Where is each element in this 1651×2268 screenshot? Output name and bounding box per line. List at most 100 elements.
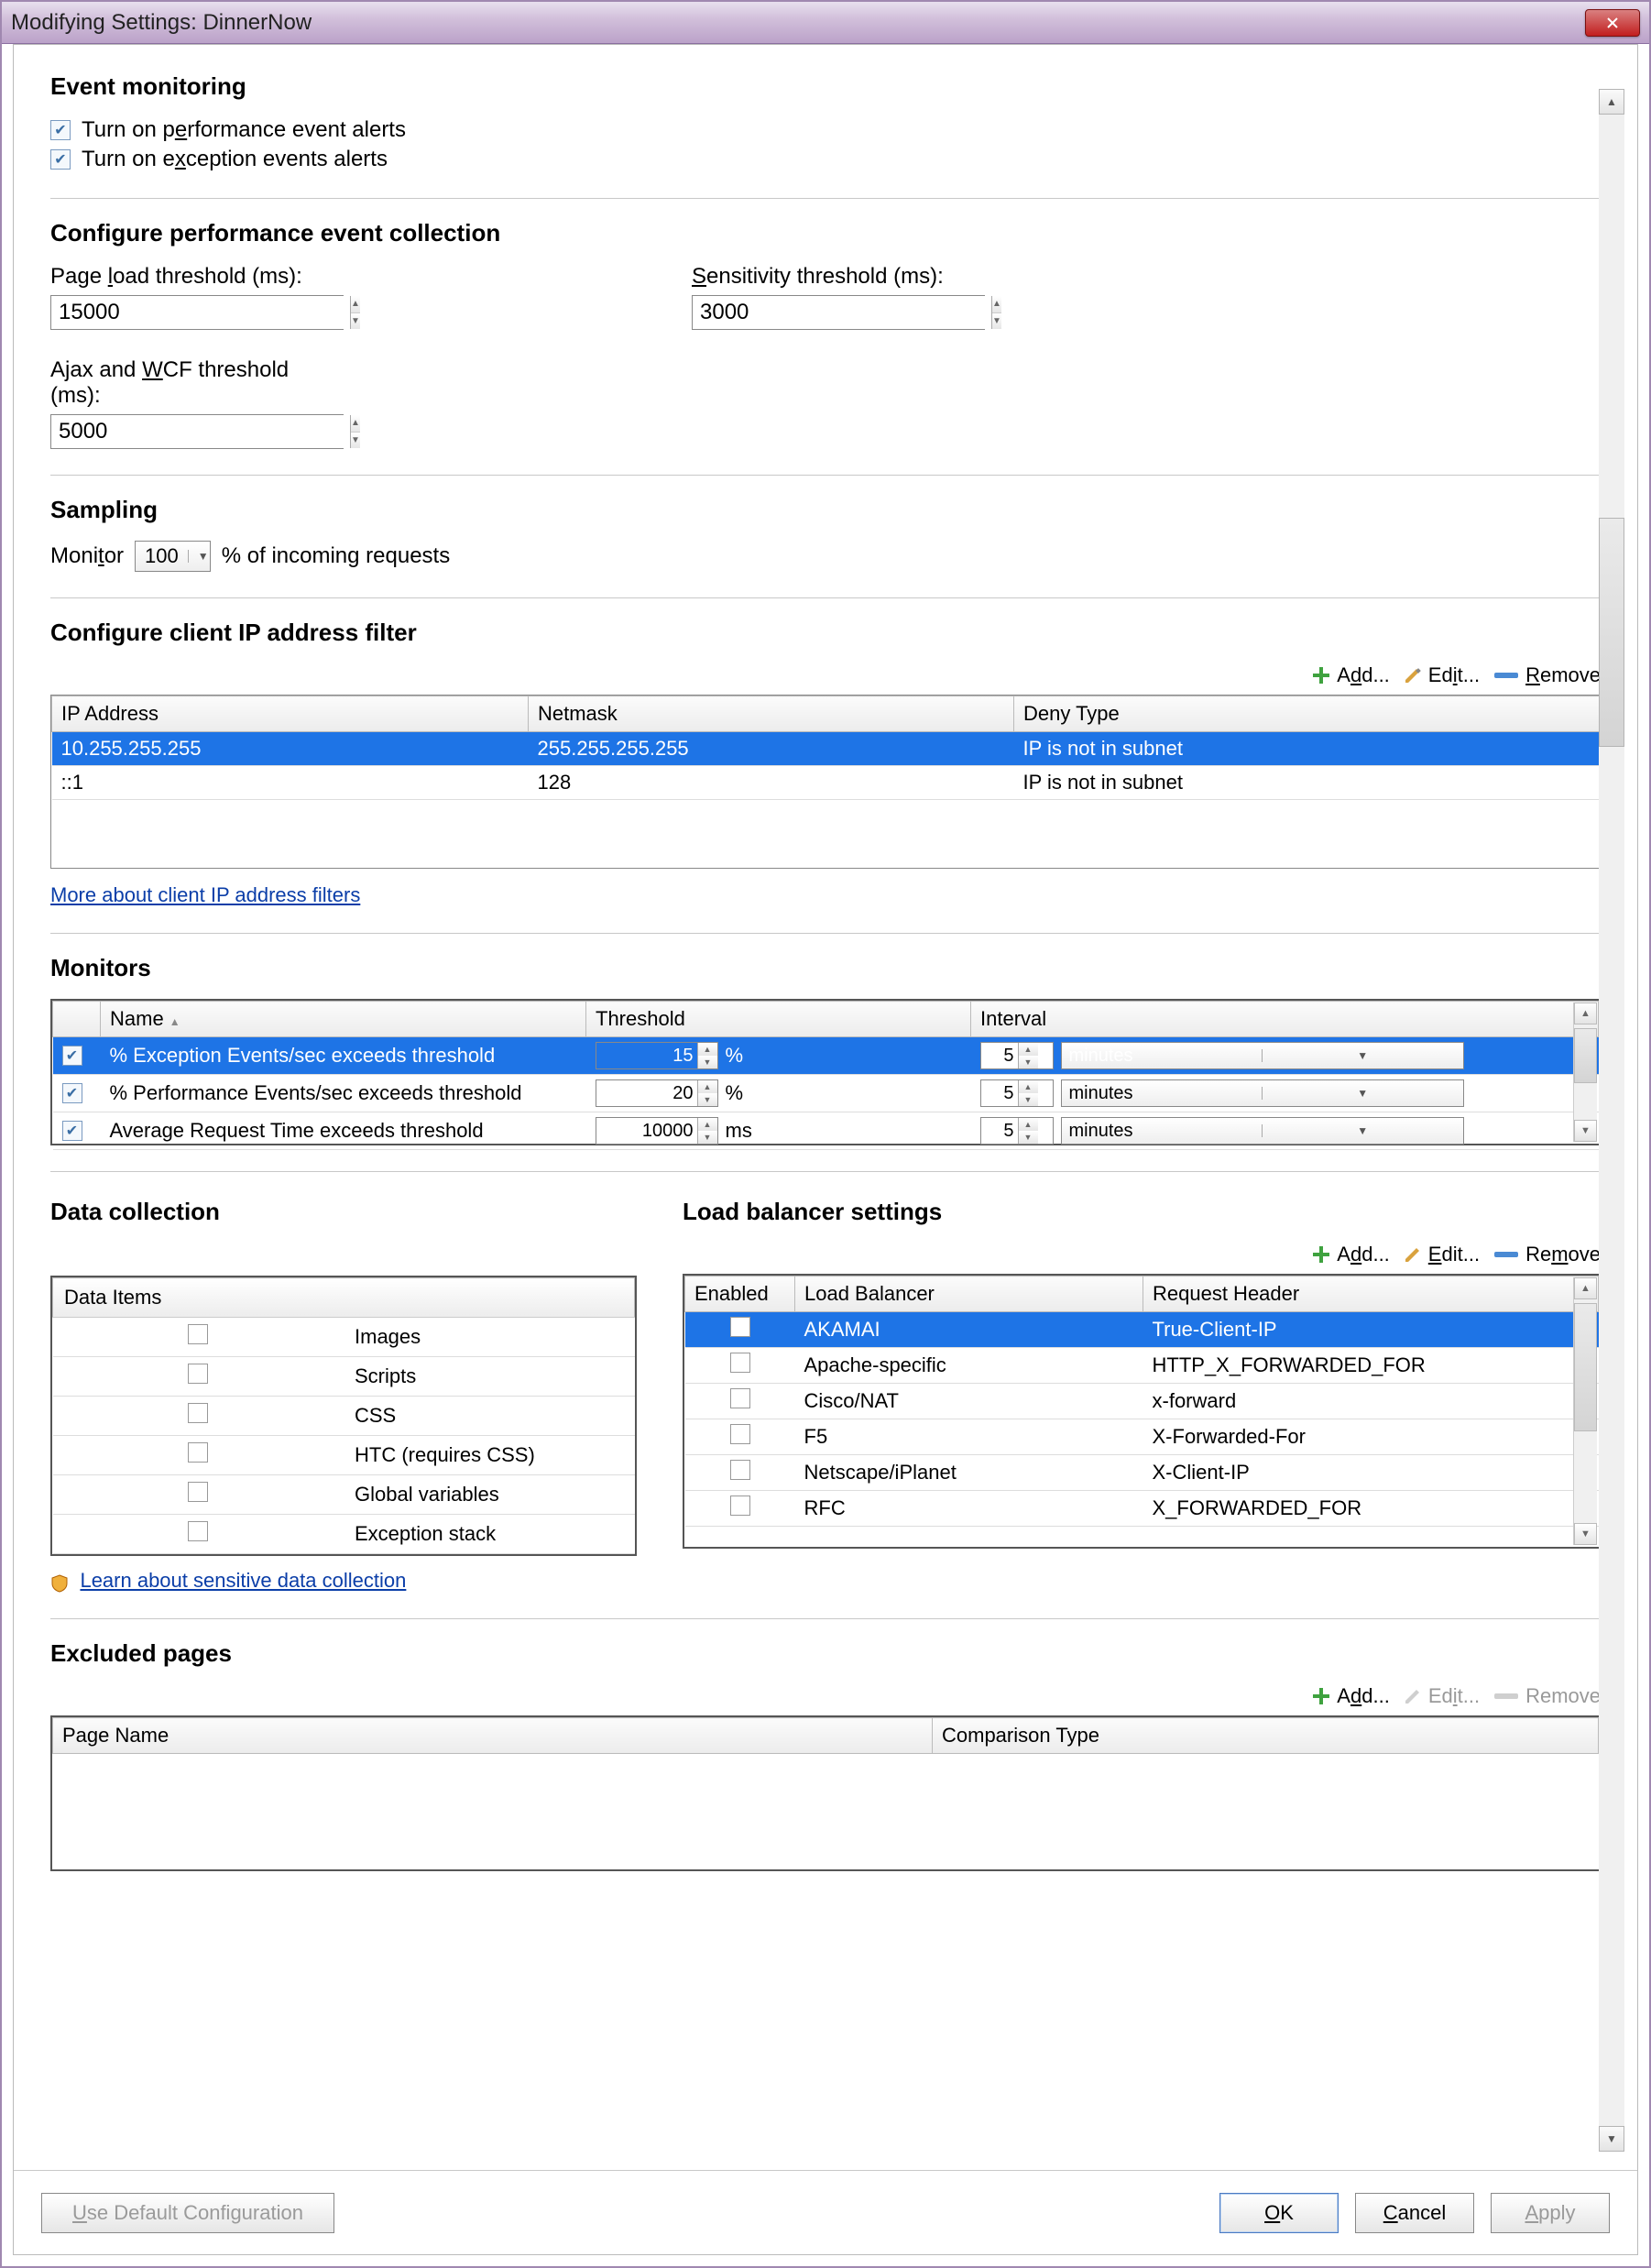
monitor-percent-combo[interactable]: 100 ▼ bbox=[135, 541, 211, 572]
table-row[interactable]: ::1128IP is not in subnet bbox=[52, 766, 1600, 800]
scroll-up-icon[interactable]: ▲ bbox=[1574, 1277, 1597, 1299]
interval-spinner[interactable]: ▲▼ bbox=[980, 1117, 1054, 1145]
scroll-down-icon[interactable]: ▼ bbox=[1574, 1523, 1597, 1545]
col-check[interactable] bbox=[53, 1002, 101, 1037]
spin-down-icon[interactable]: ▼ bbox=[351, 433, 360, 449]
perf-alerts-checkbox[interactable] bbox=[50, 120, 71, 140]
page-scrollbar[interactable]: ▲ ▼ bbox=[1599, 89, 1624, 2152]
list-item[interactable]: Exception stack bbox=[53, 1515, 635, 1554]
table-row[interactable]: Cisco/NATx-forward bbox=[685, 1384, 1599, 1419]
enabled-checkbox[interactable] bbox=[730, 1460, 750, 1480]
lb-table[interactable]: Enabled Load Balancer Request Header AKA… bbox=[684, 1276, 1599, 1527]
ex-remove-button[interactable]: Remove bbox=[1492, 1684, 1601, 1708]
scroll-up-icon[interactable]: ▲ bbox=[1574, 1003, 1597, 1024]
table-row[interactable]: Average Request Time exceeds threshold ▲… bbox=[53, 1112, 1599, 1150]
ex-add-button[interactable]: Add... bbox=[1311, 1684, 1390, 1708]
datacol-learn-link[interactable]: Learn about sensitive data collection bbox=[80, 1569, 406, 1592]
scroll-up-icon[interactable]: ▲ bbox=[1599, 89, 1624, 115]
monitors-scrollbar[interactable]: ▲ ▼ bbox=[1573, 1003, 1597, 1142]
col-interval[interactable]: Interval bbox=[971, 1002, 1599, 1037]
exc-alerts-checkbox[interactable] bbox=[50, 149, 71, 170]
list-item[interactable]: HTC (requires CSS) bbox=[53, 1436, 635, 1475]
item-checkbox[interactable] bbox=[188, 1403, 208, 1423]
enabled-checkbox[interactable] bbox=[730, 1424, 750, 1444]
lb-remove-button[interactable]: Remove bbox=[1492, 1243, 1601, 1266]
spin-down-icon[interactable]: ▼ bbox=[992, 313, 1001, 330]
item-checkbox[interactable] bbox=[188, 1364, 208, 1384]
spin-up-icon[interactable]: ▲ bbox=[351, 415, 360, 433]
ok-button[interactable]: OK bbox=[1219, 2193, 1339, 2233]
table-row[interactable]: % Performance Events/sec exceeds thresho… bbox=[53, 1075, 1599, 1112]
interval-unit-combo[interactable]: minutes▼ bbox=[1061, 1117, 1464, 1145]
item-checkbox[interactable] bbox=[188, 1521, 208, 1541]
ip-remove-button[interactable]: Remove bbox=[1492, 663, 1601, 687]
sensitivity-spinner[interactable]: ▲▼ bbox=[692, 295, 985, 330]
enabled-checkbox[interactable] bbox=[730, 1388, 750, 1408]
ex-edit-button[interactable]: Edit... bbox=[1403, 1684, 1480, 1708]
scroll-down-icon[interactable]: ▼ bbox=[1574, 1120, 1597, 1142]
scroll-down-icon[interactable]: ▼ bbox=[1599, 2126, 1624, 2152]
ip-filter-table[interactable]: IP Address Netmask Deny Type 10.255.255.… bbox=[51, 696, 1600, 873]
ajax-spinner[interactable]: ▲▼ bbox=[50, 414, 344, 449]
spin-up-icon[interactable]: ▲ bbox=[351, 296, 360, 313]
ajax-input[interactable] bbox=[51, 415, 350, 448]
sensitivity-input[interactable] bbox=[693, 296, 991, 329]
col-mask[interactable]: Netmask bbox=[529, 696, 1014, 732]
threshold-spinner[interactable]: ▲▼ bbox=[596, 1079, 718, 1107]
interval-spinner[interactable]: ▲▼ bbox=[980, 1042, 1054, 1069]
scroll-thumb[interactable] bbox=[1599, 518, 1624, 747]
threshold-spinner[interactable]: ▲▼ bbox=[596, 1042, 718, 1069]
lb-grid[interactable]: Enabled Load Balancer Request Header AKA… bbox=[683, 1274, 1601, 1549]
col-data-items[interactable]: Data Items bbox=[53, 1278, 635, 1318]
col-deny[interactable]: Deny Type bbox=[1014, 696, 1600, 732]
spin-down-icon[interactable]: ▼ bbox=[351, 313, 360, 330]
item-checkbox[interactable] bbox=[188, 1442, 208, 1463]
lb-scrollbar[interactable]: ▲ ▼ bbox=[1573, 1277, 1597, 1545]
excluded-table-box[interactable]: Page Name Comparison Type bbox=[50, 1715, 1601, 1871]
data-items-table[interactable]: Data Items ImagesScriptsCSSHTC (requires… bbox=[52, 1277, 635, 1554]
close-button[interactable] bbox=[1585, 9, 1640, 37]
enabled-checkbox[interactable] bbox=[730, 1353, 750, 1373]
table-row[interactable]: RFCX_FORWARDED_FOR bbox=[685, 1491, 1599, 1527]
title-bar[interactable]: Modifying Settings: DinnerNow bbox=[2, 2, 1649, 44]
ip-add-button[interactable]: Add... bbox=[1311, 663, 1390, 687]
interval-spinner[interactable]: ▲▼ bbox=[980, 1079, 1054, 1107]
monitors-grid[interactable]: Name▲ Threshold Interval % Exception Eve… bbox=[50, 999, 1601, 1145]
table-row[interactable]: AKAMAITrue-Client-IP bbox=[685, 1312, 1599, 1348]
enabled-checkbox[interactable] bbox=[730, 1496, 750, 1516]
page-load-input[interactable] bbox=[51, 296, 350, 329]
ipfilter-help-link[interactable]: More about client IP address filters bbox=[50, 883, 360, 906]
monitors-table[interactable]: Name▲ Threshold Interval % Exception Eve… bbox=[52, 1001, 1599, 1150]
ip-edit-button[interactable]: Edit... bbox=[1403, 663, 1480, 687]
row-checkbox[interactable] bbox=[62, 1121, 82, 1141]
col-page[interactable]: Page Name bbox=[53, 1718, 933, 1754]
col-ip[interactable]: IP Address bbox=[52, 696, 529, 732]
lb-add-button[interactable]: Add... bbox=[1311, 1243, 1390, 1266]
table-row[interactable]: 10.255.255.255255.255.255.255IP is not i… bbox=[52, 732, 1600, 766]
table-row[interactable]: Netscape/iPlanetX-Client-IP bbox=[685, 1455, 1599, 1491]
page-load-spinner[interactable]: ▲▼ bbox=[50, 295, 344, 330]
col-header[interactable]: Request Header bbox=[1143, 1276, 1599, 1312]
scroll-thumb[interactable] bbox=[1574, 1028, 1597, 1083]
apply-button[interactable]: Apply bbox=[1491, 2193, 1610, 2233]
item-checkbox[interactable] bbox=[188, 1324, 208, 1344]
spin-up-icon[interactable]: ▲ bbox=[992, 296, 1001, 313]
table-row[interactable]: F5X-Forwarded-For bbox=[685, 1419, 1599, 1455]
lb-edit-button[interactable]: Edit... bbox=[1403, 1243, 1480, 1266]
use-default-button[interactable]: Use Default Configuration bbox=[41, 2193, 334, 2233]
col-threshold[interactable]: Threshold bbox=[586, 1002, 971, 1037]
enabled-checkbox[interactable] bbox=[730, 1317, 750, 1337]
interval-unit-combo[interactable]: minutes▼ bbox=[1061, 1042, 1464, 1069]
list-item[interactable]: Global variables bbox=[53, 1475, 635, 1515]
col-lb[interactable]: Load Balancer bbox=[795, 1276, 1143, 1312]
table-row[interactable]: % Exception Events/sec exceeds threshold… bbox=[53, 1037, 1599, 1075]
row-checkbox[interactable] bbox=[62, 1083, 82, 1103]
list-item[interactable]: Scripts bbox=[53, 1357, 635, 1397]
col-cmp[interactable]: Comparison Type bbox=[933, 1718, 1599, 1754]
scroll-thumb[interactable] bbox=[1574, 1303, 1597, 1431]
col-enabled[interactable]: Enabled bbox=[685, 1276, 795, 1312]
cancel-button[interactable]: Cancel bbox=[1355, 2193, 1474, 2233]
table-row[interactable]: Apache-specificHTTP_X_FORWARDED_FOR bbox=[685, 1348, 1599, 1384]
item-checkbox[interactable] bbox=[188, 1482, 208, 1502]
row-checkbox[interactable] bbox=[62, 1046, 82, 1066]
